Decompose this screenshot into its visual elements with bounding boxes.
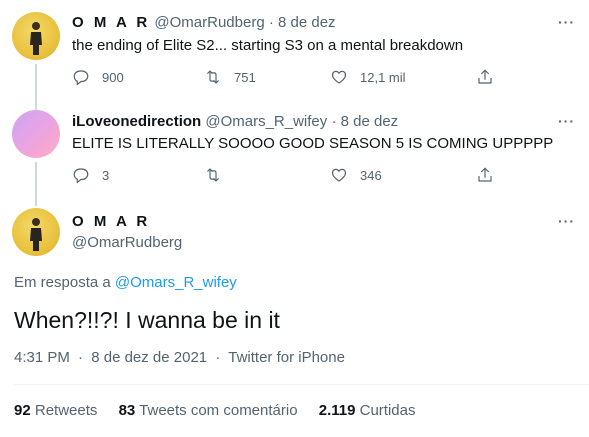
likes-value: 2.119 — [318, 402, 356, 419]
tweet-date[interactable]: 8 de dez de 2021 — [91, 349, 207, 366]
retweet-button[interactable] — [204, 166, 234, 184]
like-button[interactable]: 12,1 mil — [330, 68, 406, 86]
tweet-header: O M A R @OmarRudberg · 8 de dez — [72, 13, 336, 33]
share-icon — [478, 167, 492, 182]
avatar-figure-icon — [30, 218, 42, 251]
handle[interactable]: @OmarRudberg — [72, 234, 182, 251]
display-name[interactable]: iLoveonedirection — [72, 113, 201, 130]
tweet-stats: 92 Retweets 83 Tweets com comentário 2.1… — [14, 402, 432, 419]
display-name[interactable]: O M A R — [72, 14, 150, 31]
retweet-icon — [207, 168, 219, 182]
separator-dot: · — [78, 349, 84, 366]
reply-icon — [73, 70, 89, 86]
replying-prefix: Em resposta a — [14, 274, 111, 291]
tweet-date[interactable]: 8 de dez — [341, 113, 399, 130]
handle-row: @OmarRudberg — [72, 233, 182, 253]
reply-count: 3 — [102, 167, 110, 183]
retweets-stat[interactable]: 92 Retweets — [14, 402, 97, 419]
tweet-actions: 3 346 — [72, 166, 512, 186]
tweet-text: ELITE IS LITERALLY SOOOO GOOD SEASON 5 I… — [72, 135, 554, 152]
thread-line — [35, 100, 37, 110]
tweet-source[interactable]: Twitter for iPhone — [228, 349, 345, 366]
tweet-reply[interactable]: iLoveonedirection @Omars_R_wifey · 8 de … — [0, 100, 589, 202]
replying-to: Em resposta a @Omars_R_wifey — [14, 274, 237, 291]
reply-button[interactable]: 900 — [72, 68, 124, 86]
retweets-value: 92 — [14, 402, 31, 419]
separator-dot: · — [268, 14, 274, 31]
share-icon — [478, 69, 492, 84]
quotes-value: 83 — [118, 402, 136, 419]
display-name[interactable]: O M A R — [72, 213, 150, 230]
reply-count: 900 — [102, 69, 124, 85]
thread-line — [35, 196, 37, 206]
tweet-omar-1[interactable]: O M A R @OmarRudberg · 8 de dez ··· the … — [0, 0, 589, 108]
like-count: 12,1 mil — [360, 69, 406, 85]
more-icon[interactable]: ··· — [558, 113, 575, 129]
avatar[interactable] — [12, 12, 60, 60]
tweet-text: the ending of Elite S2... starting S3 on… — [72, 37, 464, 54]
like-button[interactable]: 346 — [330, 166, 382, 184]
tweet-date[interactable]: 8 de dez — [278, 14, 336, 31]
retweet-count: 751 — [234, 69, 256, 85]
main-tweet-text: When?!!?! I wanna be in it — [14, 307, 280, 333]
share-button[interactable] — [476, 68, 506, 86]
tweet-meta: 4:31 PM · 8 de dez de 2021 · Twitter for… — [14, 349, 345, 366]
avatar[interactable] — [12, 208, 60, 256]
retweet-icon — [207, 70, 219, 84]
share-button[interactable] — [476, 166, 506, 184]
separator-dot: · — [215, 349, 221, 366]
handle[interactable]: @Omars_R_wifey — [205, 113, 327, 130]
like-count: 346 — [360, 167, 382, 183]
replying-to-link[interactable]: @Omars_R_wifey — [115, 274, 237, 291]
more-icon[interactable]: ··· — [558, 14, 575, 30]
likes-stat[interactable]: 2.119 Curtidas — [319, 402, 416, 419]
retweets-label: Retweets — [34, 402, 98, 419]
avatar-figure-icon — [30, 22, 42, 55]
quotes-label: Tweets com comentário — [139, 402, 298, 419]
display-name-row: O M A R — [72, 212, 150, 232]
tweet-header: iLoveonedirection @Omars_R_wifey · 8 de … — [72, 112, 398, 132]
more-icon[interactable]: ··· — [558, 213, 575, 229]
separator-dot: · — [331, 113, 337, 130]
handle[interactable]: @OmarRudberg — [154, 14, 264, 31]
like-icon — [331, 70, 347, 84]
retweet-button[interactable]: 751 — [204, 68, 256, 86]
avatar[interactable] — [12, 110, 60, 158]
reply-icon — [73, 168, 89, 184]
like-icon — [331, 168, 347, 182]
reply-button[interactable]: 3 — [72, 166, 109, 184]
tweet-actions: 900 751 12,1 mil — [72, 68, 512, 88]
likes-label: Curtidas — [359, 402, 416, 419]
quotes-stat[interactable]: 83 Tweets com comentário — [119, 402, 298, 419]
divider — [14, 384, 589, 385]
tweet-time[interactable]: 4:31 PM — [14, 349, 70, 366]
